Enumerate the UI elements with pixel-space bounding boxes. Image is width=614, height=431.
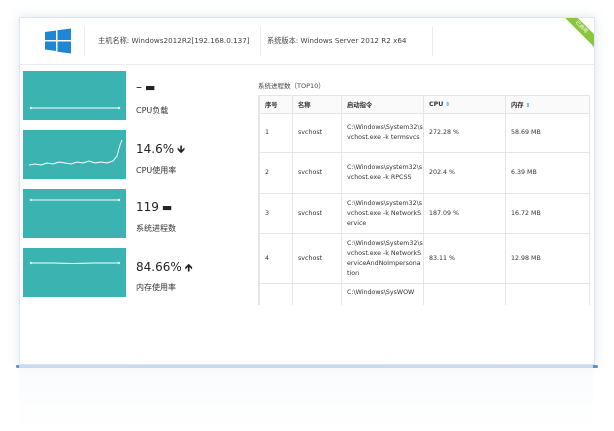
cpu-usage-chart: [23, 130, 126, 179]
cpu-load-chart: [23, 71, 126, 120]
monitor-card: 主机名称: Windows2012R2[192.168.0.137] 系统版本:…: [16, 17, 598, 368]
sort-icon[interactable]: ⇕: [526, 103, 531, 109]
table-row: 3 svchost C:\Windows\system32\svchost.ex…: [259, 193, 589, 234]
process-count-value: 119 ▬: [136, 200, 173, 214]
col-cmd: 启动指令: [341, 95, 424, 114]
memory-usage-chart: [23, 248, 126, 297]
table-row: 2 svchost C:\Windows\system32\svchost.ex…: [259, 152, 589, 194]
info-bar: 主机名称: Windows2012R2[192.168.0.137] 系统版本:…: [20, 18, 594, 65]
process-count-chart: [23, 189, 126, 238]
cpu-usage-value: 14.6% 🡻: [136, 142, 186, 156]
arrow-up-icon: 🡹: [184, 261, 193, 274]
col-name: 名称: [292, 95, 342, 114]
flat-trend-icon: ▬: [161, 201, 173, 214]
windows-logo-icon: [45, 28, 71, 54]
os-version-label: 系统版本: Windows Server 2012 R2 x64: [267, 36, 407, 45]
col-mem-sort[interactable]: 内存 ⇕: [505, 95, 589, 114]
memory-usage-value: 84.66% 🡹: [136, 260, 193, 274]
divider: [432, 26, 433, 56]
col-cpu-sort[interactable]: CPU ⇕: [423, 95, 506, 114]
sort-icon[interactable]: ⇕: [445, 102, 450, 108]
table-row: C:\Windows\SysWOW: [259, 283, 589, 305]
arrow-down-icon: 🡻: [177, 143, 186, 156]
flat-trend-icon: ▬: [145, 81, 156, 94]
table-row: 1 svchost C:\Windows\System32\svchost.ex…: [259, 113, 589, 153]
table-row: 4 svchost C:\Windows\System32\svchost.ex…: [259, 233, 589, 284]
status-ribbon: 已启用: [564, 18, 594, 48]
hostname-label: 主机名称: Windows2012R2[192.168.0.137]: [98, 36, 250, 45]
divider: [84, 26, 85, 56]
status-badge: 已启用: [564, 18, 594, 48]
col-index: 序号: [259, 95, 293, 114]
card-reflection: [19, 365, 593, 431]
cpu-load-value: – ▬: [136, 80, 156, 94]
divider: [260, 26, 261, 56]
memory-usage-label: 内存使用率: [136, 283, 176, 292]
process-count-label: 系统进程数: [136, 224, 176, 233]
cpu-load-label: CPU负载: [136, 106, 169, 115]
process-table[interactable]: 序号 名称 启动指令 CPU ⇕ 内存 ⇕ 1 svchost C:\Windows…: [258, 95, 590, 305]
table-header-row: 序号 名称 启动指令 CPU ⇕ 内存 ⇕: [259, 95, 589, 114]
cpu-usage-label: CPU使用率: [136, 166, 177, 175]
process-table-title: 系统进程数（TOP10）: [258, 82, 325, 90]
